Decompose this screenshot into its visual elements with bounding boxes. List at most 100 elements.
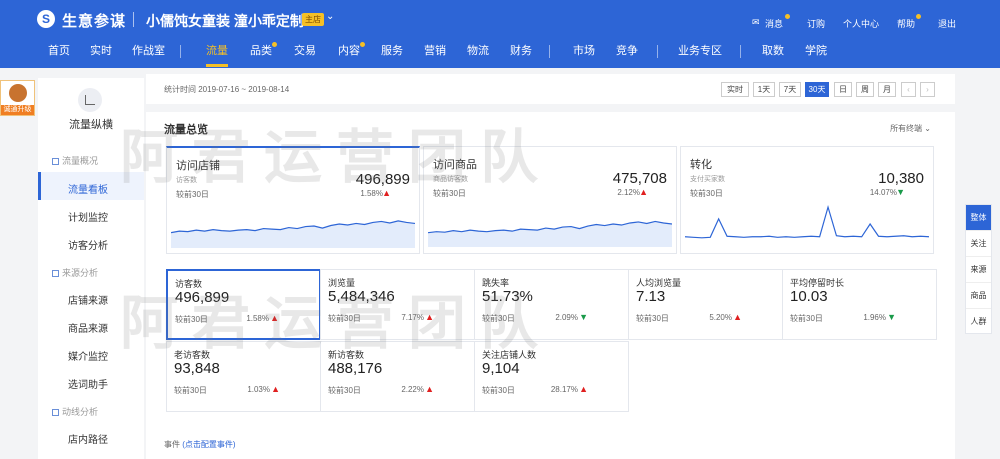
nav-fetch-data[interactable]: 取数	[762, 42, 784, 58]
sidebar-item-store-path[interactable]: 店内路径	[68, 431, 108, 446]
upgrade-badge[interactable]: 诚通升级	[0, 80, 35, 116]
metric-card[interactable]: 平均停留时长 10.03 较前30日 1.96% ▼	[782, 269, 937, 340]
user-center-link[interactable]: 个人中心	[843, 17, 879, 30]
subscribe-link[interactable]: 订购	[807, 17, 825, 30]
nav-competition[interactable]: 竞争	[616, 42, 638, 58]
nav-logistics[interactable]: 物流	[467, 42, 489, 58]
tab-crowd[interactable]: 人群	[966, 309, 991, 335]
notification-dot	[916, 14, 921, 19]
nav-content[interactable]: 内容	[338, 42, 360, 58]
brand-name[interactable]: 生意参谋	[62, 10, 126, 31]
metric-change-pct: 1.58%	[246, 314, 269, 323]
nav-home[interactable]: 首页	[48, 42, 70, 58]
nav-active-indicator	[206, 64, 228, 67]
tab-product[interactable]: 商品	[966, 283, 991, 309]
trend-down-arrow-icon: ▼	[887, 312, 896, 322]
range-week-button[interactable]: 周	[856, 82, 874, 97]
metric-card[interactable]: 新访客数 488,176 较前30日 2.22% ▲	[320, 341, 475, 412]
range-month-button[interactable]: 月	[878, 82, 896, 97]
overview-card[interactable]: 访问商品 商品访客数 475,708 较前30日 2.12% ▲	[423, 146, 677, 254]
nav-category[interactable]: 品类	[250, 42, 272, 58]
sidebar-group-label: 动线分析	[62, 407, 99, 417]
card-change-pct: 14.07%	[869, 188, 897, 197]
overview-card[interactable]: 转化 支付买家数 10,380 较前30日 14.07% ▼	[680, 146, 934, 254]
card-compare-label: 较前30日	[433, 189, 466, 198]
metric-card[interactable]: 访客数 496,899 较前30日 1.58% ▲	[166, 269, 321, 340]
range-day-button[interactable]: 日	[834, 82, 852, 97]
notification-dot	[785, 14, 790, 19]
overview-title: 流量总览	[164, 124, 208, 136]
card-compare-label: 较前30日	[690, 189, 723, 198]
range-realtime-button[interactable]: 实时	[721, 82, 749, 97]
metric-change-pct: 1.03%	[247, 385, 270, 394]
sidebar-item-keyword-helper[interactable]: 选词助手	[68, 376, 108, 391]
nav-traffic[interactable]: 流量	[206, 42, 228, 58]
sidebar-item-traffic-board[interactable]: 流量看板	[68, 181, 108, 196]
events-label: 事件	[164, 440, 180, 449]
nav-finance[interactable]: 财务	[510, 42, 532, 58]
sidebar-item-plan-monitor[interactable]: 计划监控	[68, 209, 108, 224]
overview-card[interactable]: 访问店铺 访客数 496,899 较前30日 1.58% ▲	[166, 146, 420, 254]
range-1day-button[interactable]: 1天	[753, 82, 775, 97]
metric-card[interactable]: 关注店铺人数 9,104 较前30日 28.17% ▲	[474, 341, 629, 412]
nav-market[interactable]: 市场	[573, 42, 595, 58]
metric-card[interactable]: 跳失率 51.73% 较前30日 2.09% ▼	[474, 269, 629, 340]
trend-up-arrow-icon: ▲	[425, 384, 434, 394]
configure-events-link[interactable]: (点击配置事件)	[182, 440, 235, 449]
path-icon	[52, 409, 59, 416]
range-30day-button[interactable]: 30天	[805, 82, 829, 97]
help-link[interactable]: 帮助	[897, 17, 915, 30]
message-icon[interactable]: ✉	[752, 17, 760, 28]
tab-source[interactable]: 来源	[966, 257, 991, 283]
sidebar-item-media-monitor[interactable]: 媒介监控	[68, 348, 108, 363]
messages-link[interactable]: 消息	[765, 17, 783, 30]
shop-switch-chevron-down-icon[interactable]: ⌄	[326, 11, 334, 22]
sparkline-chart	[685, 204, 929, 239]
sidebar-group-path[interactable]: 动线分析	[52, 405, 98, 418]
card-title: 访问店铺	[176, 160, 220, 172]
nav-realtime[interactable]: 实时	[90, 42, 112, 58]
prev-period-chevron-left-icon[interactable]: ‹	[901, 82, 916, 97]
metric-change-pct: 1.96%	[863, 313, 886, 322]
trend-up-arrow-icon: ▲	[425, 312, 434, 322]
brand-logo-icon[interactable]: S	[37, 10, 55, 28]
trend-up-arrow-icon: ▲	[271, 384, 280, 394]
nav-divider	[657, 45, 658, 58]
nav-warroom[interactable]: 作战室	[132, 42, 165, 58]
sidebar-group-label: 流量概况	[62, 156, 99, 166]
sidebar-group-source[interactable]: 来源分析	[52, 266, 98, 279]
terminal-select-value: 所有终端	[890, 124, 923, 133]
sidebar-item-shop-source[interactable]: 店铺来源	[68, 292, 108, 307]
sidebar-item-visitor-analysis[interactable]: 访客分析	[68, 237, 108, 252]
nav-business-zone[interactable]: 业务专区	[678, 42, 722, 58]
trend-up-arrow-icon: ▲	[579, 384, 588, 394]
nav-marketing[interactable]: 营销	[424, 42, 446, 58]
range-7day-button[interactable]: 7天	[779, 82, 801, 97]
metric-card[interactable]: 浏览量 5,484,346 较前30日 7.17% ▲	[320, 269, 475, 340]
terminal-select[interactable]: 所有终端 ⌄	[890, 123, 931, 134]
traffic-chart-icon	[78, 88, 102, 112]
logout-link[interactable]: 退出	[938, 17, 956, 30]
nav-academy[interactable]: 学院	[805, 42, 827, 58]
trend-down-arrow-icon: ▼	[896, 187, 905, 197]
next-period-chevron-right-icon[interactable]: ›	[920, 82, 935, 97]
header-divider	[133, 12, 134, 27]
trend-up-arrow-icon: ▲	[382, 188, 391, 198]
sidebar-group-overview[interactable]: 流量概况	[52, 154, 98, 167]
tab-follow[interactable]: 关注	[966, 231, 991, 257]
metric-value: 51.73%	[482, 288, 533, 305]
sparkline-area	[171, 220, 415, 248]
nav-trade[interactable]: 交易	[294, 42, 316, 58]
card-change-pct: 2.12%	[617, 188, 640, 197]
nav-service[interactable]: 服务	[381, 42, 403, 58]
metric-change-pct: 5.20%	[709, 313, 732, 322]
metric-card[interactable]: 老访客数 93,848 较前30日 1.03% ▲	[166, 341, 321, 412]
trend-up-arrow-icon: ▲	[270, 313, 279, 323]
tab-overall[interactable]: 整体	[966, 205, 991, 231]
sidebar-item-product-source[interactable]: 商品来源	[68, 320, 108, 335]
shop-name[interactable]: 小儒饨女童装 潼小乖定制	[146, 11, 304, 31]
metric-change-pct: 2.09%	[555, 313, 578, 322]
metric-card[interactable]: 人均浏览量 7.13 较前30日 5.20% ▲	[628, 269, 783, 340]
upgrade-badge-label: 诚通升级	[1, 105, 34, 115]
metric-compare-label: 较前30日	[175, 315, 208, 324]
